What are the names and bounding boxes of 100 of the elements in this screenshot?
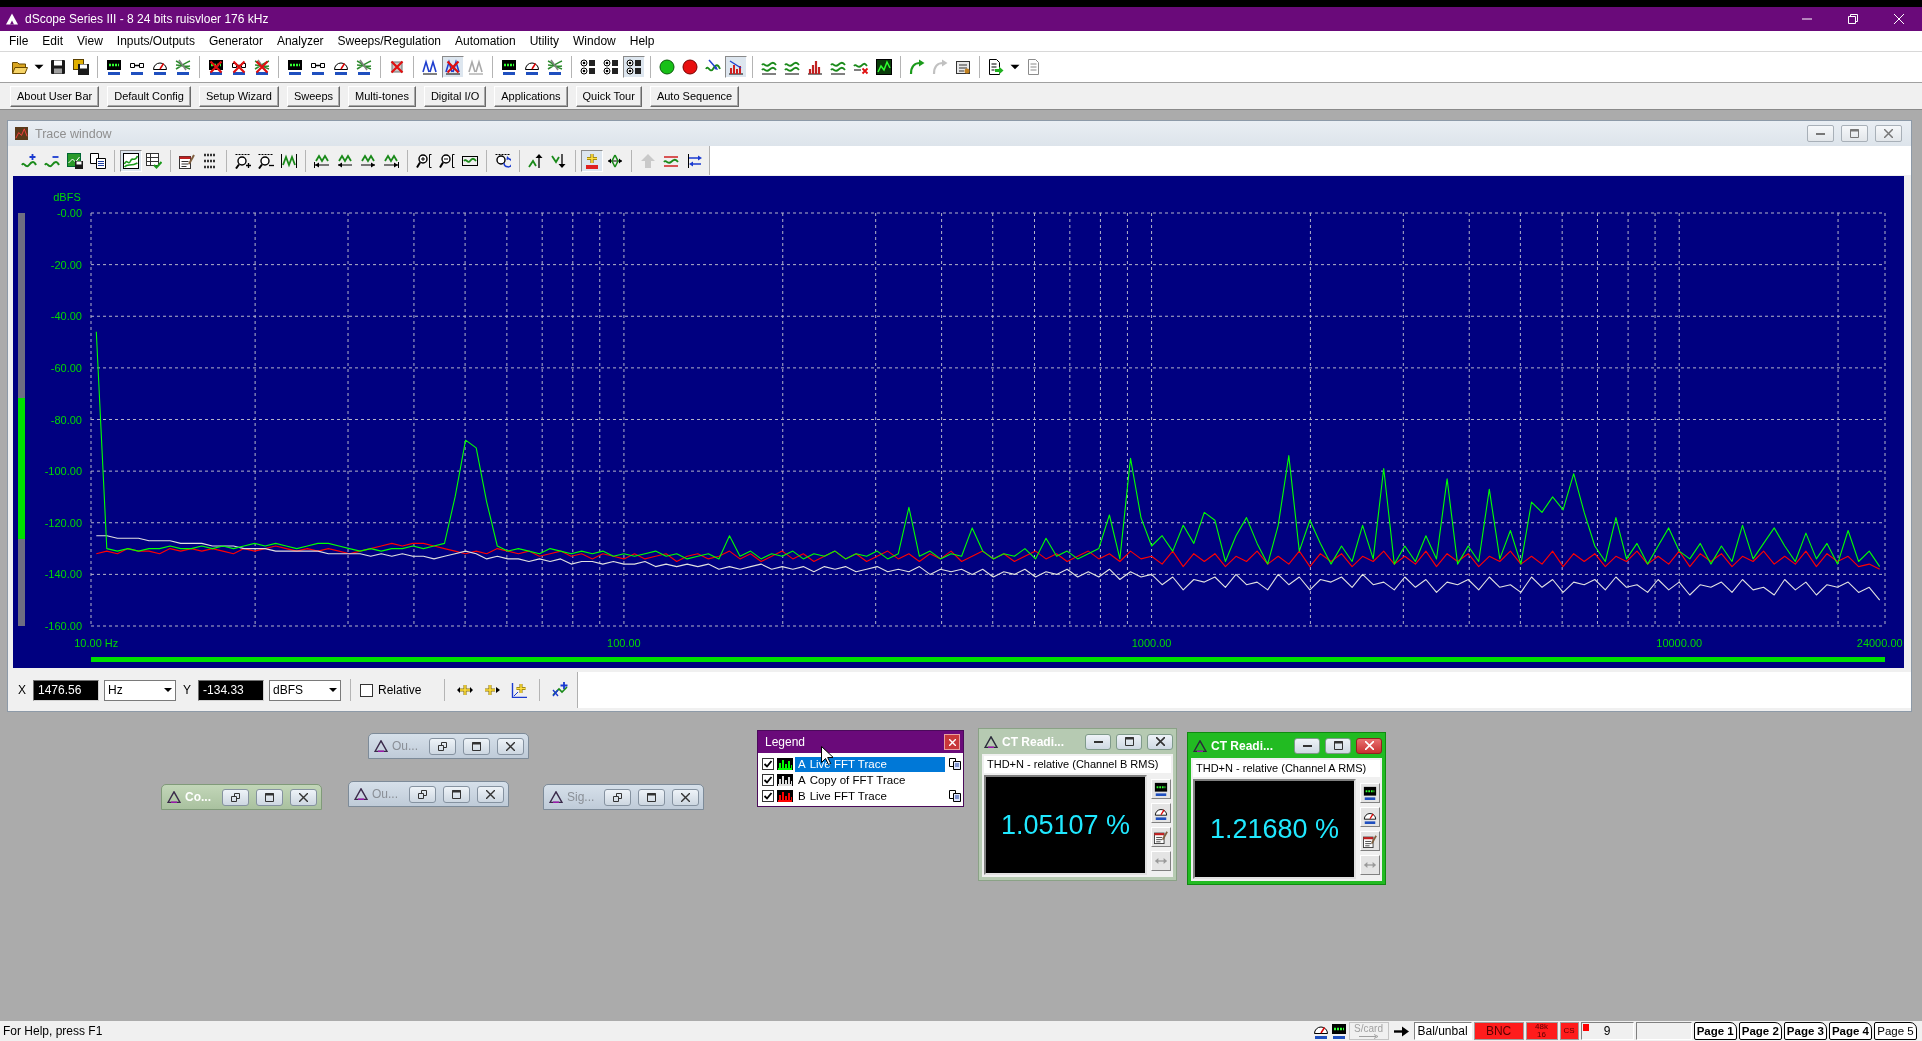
close-button[interactable] [944, 734, 960, 750]
user-bar-button[interactable]: Multi-tones [348, 85, 416, 107]
reading-value: 1.05107 % [1000, 809, 1131, 841]
checkbox[interactable] [360, 683, 374, 697]
user-bar-button[interactable]: Quick Tour [575, 85, 642, 107]
menu-item[interactable]: Edit [35, 32, 71, 50]
dot-icon[interactable] [656, 56, 678, 78]
axis-label: -120.00 [44, 516, 82, 529]
legend-item[interactable]: B Live FFT Trace [795, 788, 945, 804]
maximize-button[interactable] [463, 737, 490, 755]
chart-icon[interactable] [873, 56, 895, 78]
axis-label: 1000.00 [1131, 637, 1172, 649]
menu-item[interactable]: Analyzer [269, 32, 331, 50]
close-icon [1364, 741, 1374, 750]
window-title: CT Readi... [1002, 734, 1064, 749]
window-title: Legend [765, 735, 806, 749]
menu-item[interactable]: Window [566, 32, 623, 50]
menu-item[interactable]: Generator [201, 32, 270, 50]
maximize-button[interactable] [1325, 737, 1351, 754]
reading-label: THD+N - relative (Channel A RMS) [1193, 760, 1380, 777]
legend-item[interactable]: A Copy of FFT Trace [795, 772, 945, 788]
page-tab[interactable]: Page 5 [1874, 1022, 1917, 1040]
user-bar-button[interactable]: Applications [494, 85, 568, 107]
window-title: Ou... [392, 739, 419, 753]
gauge-icon[interactable] [1151, 803, 1171, 823]
user-bar-button[interactable]: Setup Wizard [198, 85, 279, 107]
checkbox[interactable] [762, 774, 774, 786]
gauge-icon[interactable] [1360, 807, 1380, 827]
window-title: CT Readi... [1211, 738, 1273, 753]
axis-label: 100.00 [607, 637, 641, 649]
maximize-button[interactable] [638, 788, 665, 806]
unit-dropdown[interactable]: dBFS [269, 679, 342, 701]
user-bar-button[interactable]: Sweeps [286, 85, 341, 107]
notepad-icon[interactable] [1151, 827, 1171, 847]
page-tab[interactable]: Page 2 [1738, 1022, 1782, 1040]
spectrum-icon[interactable] [725, 56, 747, 78]
restore-icon[interactable] [1848, 14, 1858, 24]
crosshair-icon[interactable] [581, 149, 603, 172]
close-icon[interactable] [1894, 14, 1904, 24]
connection-field: Bal/unbal [1413, 1022, 1472, 1040]
menu-item[interactable]: Utility [522, 32, 567, 50]
close-button[interactable] [1356, 737, 1382, 754]
x-value-field[interactable]: 1476.56 [33, 679, 99, 701]
window-title: dScope Series III - 8 24 bits ruisvloer 176 kHz [25, 12, 269, 26]
minimize-button[interactable] [1294, 737, 1320, 754]
caret-icon [164, 688, 172, 692]
axis-title: dBFS [53, 191, 81, 203]
maximize-button[interactable] [256, 788, 283, 806]
toggle-pair-icon[interactable] [623, 56, 645, 78]
display-icon[interactable] [1360, 783, 1380, 803]
close-button[interactable] [672, 788, 699, 806]
notepad-icon[interactable] [1360, 831, 1380, 851]
close-icon [1884, 129, 1893, 138]
menu-item[interactable]: Sweeps/Regulation [330, 32, 448, 50]
reading-value: 1.21680 % [1209, 813, 1340, 845]
page-tab[interactable]: Page 4 [1828, 1022, 1872, 1040]
close-button[interactable] [1147, 733, 1173, 750]
close-button[interactable] [290, 788, 317, 806]
dot-icon[interactable] [679, 56, 701, 78]
menu-item[interactable]: Inputs/Outputs [109, 32, 202, 50]
maximize-button[interactable] [443, 785, 470, 803]
axis-label: Y [182, 683, 193, 697]
chart-icon[interactable] [120, 149, 142, 172]
page-tab[interactable]: Page 1 [1693, 1022, 1737, 1040]
axis-label: X [17, 683, 27, 697]
minimize-button[interactable] [1085, 733, 1111, 750]
y-value-field[interactable]: -134.33 [198, 679, 265, 701]
triangle-logo-icon [167, 791, 181, 803]
menu-item[interactable]: Automation [448, 32, 523, 50]
gauge-icon[interactable] [1312, 1023, 1329, 1039]
unit-dropdown[interactable]: Hz [104, 679, 176, 701]
user-bar-button[interactable]: Digital I/O [423, 85, 487, 107]
menu-item[interactable]: Help [622, 32, 662, 50]
user-bar-button[interactable]: About User Bar [10, 85, 100, 107]
menu-item[interactable]: File [2, 32, 36, 50]
restore-button[interactable] [222, 788, 249, 806]
user-bar-button[interactable]: Default Config [107, 85, 191, 107]
triangle-logo-icon [984, 735, 998, 748]
menu-item[interactable]: View [70, 32, 110, 50]
display-icon[interactable] [1330, 1023, 1347, 1039]
display-icon[interactable] [1151, 779, 1171, 799]
triangle-logo-icon [354, 788, 368, 800]
page-tab[interactable]: Page 3 [1783, 1022, 1827, 1040]
status-indicator: 48k 16 [1525, 1022, 1558, 1040]
axis-label: 10000.00 [1656, 637, 1703, 649]
close-button[interactable] [477, 785, 504, 803]
checkbox[interactable] [762, 790, 774, 802]
restore-button[interactable] [429, 737, 456, 755]
restore-icon [418, 789, 427, 799]
crossed-peaks-icon[interactable] [442, 56, 464, 78]
user-bar-button[interactable]: Auto Sequence [649, 85, 740, 107]
close-icon [486, 789, 495, 799]
triangle-logo-icon [549, 791, 563, 803]
checkbox[interactable] [762, 758, 774, 770]
restore-button[interactable] [409, 785, 436, 803]
range-bar[interactable] [18, 213, 25, 626]
floppy-disks-icon[interactable] [70, 56, 92, 78]
restore-button[interactable] [604, 788, 631, 806]
close-button[interactable] [497, 737, 524, 755]
maximize-button[interactable] [1116, 733, 1142, 750]
